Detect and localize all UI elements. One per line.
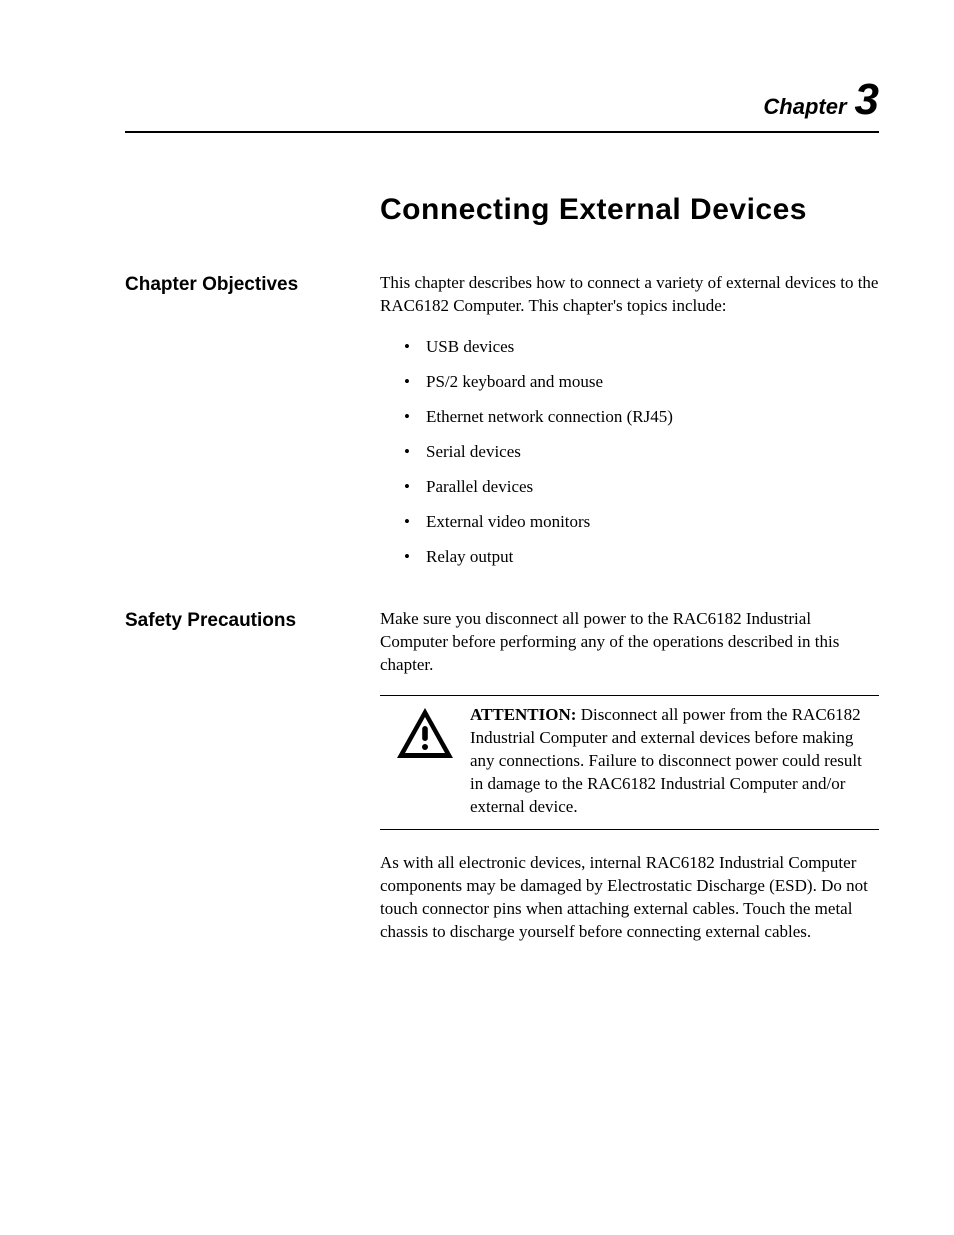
safety-intro: Make sure you disconnect all power to th… <box>380 608 879 677</box>
bullet-item: USB devices <box>404 336 879 359</box>
section-body-safety: Make sure you disconnect all power to th… <box>380 608 879 943</box>
section-body-objectives: This chapter describes how to connect a … <box>380 272 879 580</box>
section-objectives: Chapter Objectives This chapter describe… <box>125 272 879 580</box>
chapter-title: Connecting External Devices <box>380 193 879 227</box>
bullet-item: External video monitors <box>404 511 879 534</box>
esd-paragraph: As with all electronic devices, internal… <box>380 852 879 944</box>
chapter-number: 3 <box>855 75 879 124</box>
bullet-item: Parallel devices <box>404 476 879 499</box>
attention-label: ATTENTION: <box>470 705 576 724</box>
objectives-bullets: USB devices PS/2 keyboard and mouse Ethe… <box>380 336 879 569</box>
section-heading-objectives: Chapter Objectives <box>125 272 380 580</box>
section-heading-safety: Safety Precautions <box>125 608 380 943</box>
warning-triangle-icon <box>395 706 455 760</box>
chapter-label: Chapter <box>763 94 846 119</box>
document-page: Chapter 3 Connecting External Devices Ch… <box>0 0 954 944</box>
bullet-item: PS/2 keyboard and mouse <box>404 371 879 394</box>
attention-text: ATTENTION: Disconnect all power from the… <box>470 704 879 819</box>
chapter-header: Chapter 3 <box>125 75 879 133</box>
attention-icon-wrap <box>380 704 470 819</box>
bullet-item: Serial devices <box>404 441 879 464</box>
attention-box: ATTENTION: Disconnect all power from the… <box>380 695 879 830</box>
objectives-intro: This chapter describes how to connect a … <box>380 272 879 318</box>
bullet-item: Ethernet network connection (RJ45) <box>404 406 879 429</box>
section-safety: Safety Precautions Make sure you disconn… <box>125 608 879 943</box>
bullet-item: Relay output <box>404 546 879 569</box>
